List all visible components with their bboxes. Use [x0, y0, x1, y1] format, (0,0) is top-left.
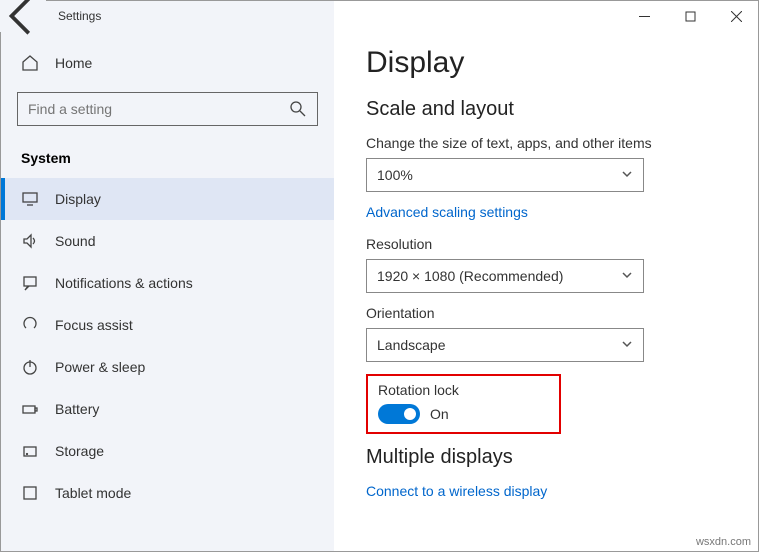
resolution-dropdown[interactable]: 1920 × 1080 (Recommended) [366, 259, 644, 293]
search-input[interactable] [28, 101, 289, 117]
section-label: System [1, 144, 334, 178]
sidebar: Home System Display Sound Notifications … [1, 1, 334, 551]
rotation-lock-group: Rotation lock On [366, 374, 561, 434]
wireless-display-link[interactable]: Connect to a wireless display [366, 483, 726, 499]
notifications-icon [21, 274, 39, 292]
nav-focus-assist[interactable]: Focus assist [1, 304, 334, 346]
nav-label: Sound [55, 233, 95, 249]
nav-label: Display [55, 191, 101, 207]
back-button[interactable] [0, 0, 46, 32]
orientation-dropdown[interactable]: Landscape [366, 328, 644, 362]
tablet-icon [21, 484, 39, 502]
scale-label: Change the size of text, apps, and other… [366, 135, 726, 151]
rotation-lock-toggle[interactable] [378, 404, 420, 424]
rotation-state: On [430, 406, 449, 422]
app-title: Settings [46, 9, 101, 23]
nav-battery[interactable]: Battery [1, 388, 334, 430]
nav-label: Notifications & actions [55, 275, 193, 291]
search-icon [289, 100, 307, 118]
nav-storage[interactable]: Storage [1, 430, 334, 472]
orientation-label: Orientation [366, 305, 726, 321]
battery-icon [21, 400, 39, 418]
page-title: Display [366, 46, 726, 80]
nav-power-sleep[interactable]: Power & sleep [1, 346, 334, 388]
nav-notifications[interactable]: Notifications & actions [1, 262, 334, 304]
content-pane: Display Scale and layout Change the size… [334, 1, 758, 551]
scale-section-heading: Scale and layout [366, 98, 726, 121]
maximize-button[interactable] [667, 0, 713, 32]
nav-tablet-mode[interactable]: Tablet mode [1, 472, 334, 514]
chevron-down-icon [621, 167, 633, 183]
home-nav[interactable]: Home [1, 46, 334, 80]
watermark: wsxdn.com [696, 536, 751, 548]
nav-label: Battery [55, 401, 99, 417]
window-controls [621, 0, 759, 32]
nav-label: Power & sleep [55, 359, 145, 375]
home-label: Home [55, 55, 92, 71]
scale-dropdown[interactable]: 100% [366, 158, 644, 192]
nav-label: Storage [55, 443, 104, 459]
chevron-down-icon [621, 337, 633, 353]
focus-icon [21, 316, 39, 334]
scale-value: 100% [377, 167, 413, 183]
search-box[interactable] [17, 92, 318, 126]
nav-label: Focus assist [55, 317, 133, 333]
rotation-label: Rotation lock [378, 382, 549, 398]
home-icon [21, 54, 39, 72]
resolution-label: Resolution [366, 236, 726, 252]
sound-icon [21, 232, 39, 250]
advanced-scaling-link[interactable]: Advanced scaling settings [366, 204, 726, 220]
title-bar: Settings [0, 0, 759, 32]
storage-icon [21, 442, 39, 460]
resolution-value: 1920 × 1080 (Recommended) [377, 268, 563, 284]
nav-sound[interactable]: Sound [1, 220, 334, 262]
nav-display[interactable]: Display [1, 178, 334, 220]
close-button[interactable] [713, 0, 759, 32]
power-icon [21, 358, 39, 376]
nav-label: Tablet mode [55, 485, 131, 501]
chevron-down-icon [621, 268, 633, 284]
multiple-displays-heading: Multiple displays [366, 446, 726, 469]
orientation-value: Landscape [377, 337, 446, 353]
minimize-button[interactable] [621, 0, 667, 32]
display-icon [21, 190, 39, 208]
